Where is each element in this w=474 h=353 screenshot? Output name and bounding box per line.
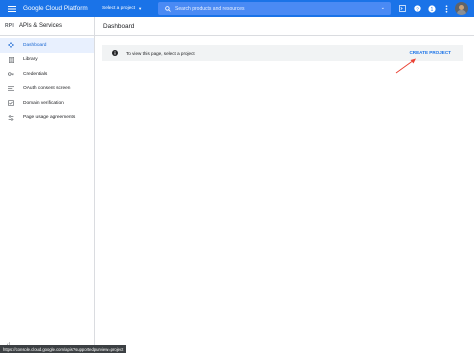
status-url-bar: https://console.cloud.google.com/apis?su… — [0, 345, 127, 353]
consent-icon — [8, 86, 14, 92]
help-icon[interactable]: ? — [413, 4, 422, 13]
avatar[interactable] — [455, 2, 468, 15]
info-icon — [112, 50, 118, 56]
search-expand-icon[interactable]: ⌄ — [381, 5, 385, 11]
page-title: Dashboard — [103, 22, 135, 30]
search-icon — [165, 5, 171, 12]
sidebar-item-dashboard[interactable]: Dashboard — [0, 38, 94, 53]
search-box[interactable]: Search products and resources ⌄ — [158, 2, 391, 15]
more-options-icon[interactable] — [442, 4, 451, 13]
sidebar-item-oauth-consent[interactable]: OAuth consent screen — [0, 82, 94, 97]
caret-down-icon: ▼ — [138, 6, 143, 11]
svg-text:?: ? — [416, 6, 419, 12]
api-logo: RPI — [5, 23, 14, 29]
sidebar-nav: Dashboard Library Credentials OAuth cons… — [0, 38, 94, 125]
svg-text:1: 1 — [430, 6, 433, 12]
checkbox-icon — [8, 100, 14, 107]
library-icon — [8, 56, 14, 63]
sidebar: RPI APIs & Services Dashboard Library Cr… — [0, 17, 95, 353]
sidebar-item-label: Page usage agreements — [23, 115, 76, 121]
notifications-icon[interactable]: 1 — [427, 4, 436, 13]
sidebar-item-label: Library — [23, 57, 38, 63]
sidebar-header: RPI APIs & Services — [0, 17, 94, 36]
key-icon — [8, 71, 14, 77]
sidebar-item-label: OAuth consent screen — [23, 86, 71, 92]
sidebar-item-page-usage[interactable]: Page usage agreements — [0, 111, 94, 126]
sidebar-item-domain-verification[interactable]: Domain verification — [0, 96, 94, 111]
project-selector[interactable]: Select a project ▼ — [102, 0, 142, 17]
sidebar-item-credentials[interactable]: Credentials — [0, 67, 94, 82]
brand-title[interactable]: Google Cloud Platform — [23, 0, 88, 17]
page-header: Dashboard — [95, 17, 474, 36]
cloud-shell-icon[interactable] — [398, 4, 407, 13]
sidebar-item-label: Dashboard — [23, 42, 47, 48]
dashboard-icon — [8, 42, 14, 48]
sidebar-title: APIs & Services — [18, 23, 62, 29]
sidebar-item-library[interactable]: Library — [0, 53, 94, 68]
search-input[interactable]: Search products and resources — [175, 6, 244, 12]
sidebar-item-label: Domain verification — [23, 100, 64, 106]
top-bar: Google Cloud Platform Select a project ▼… — [0, 0, 474, 17]
settings-icon — [8, 115, 14, 121]
banner-message: To view this page, select a project — [126, 50, 195, 56]
hamburger-menu-icon[interactable] — [6, 0, 18, 17]
project-selector-label: Select a project — [102, 6, 136, 11]
sidebar-item-label: Credentials — [23, 71, 48, 77]
annotation-arrow-icon — [395, 58, 416, 74]
